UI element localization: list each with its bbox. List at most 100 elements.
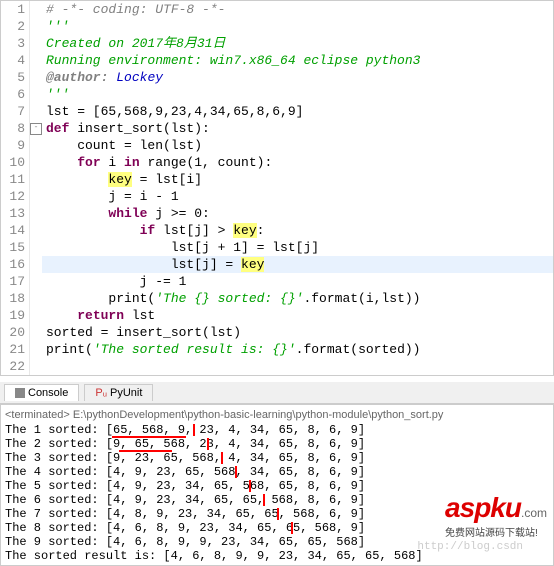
bar-mark — [291, 522, 295, 534]
fold-marker — [30, 1, 42, 18]
code-line[interactable]: 18 print('The {} sorted: {}'.format(i,ls… — [1, 290, 553, 307]
console-line: The 4 sorted: [4, 9, 23, 65, 568, 34, 65… — [5, 465, 549, 479]
line-number: 12 — [1, 188, 30, 205]
fold-marker — [30, 307, 42, 324]
bar-mark — [221, 452, 225, 464]
code-line[interactable]: 8-def insert_sort(lst): — [1, 120, 553, 137]
fold-marker — [30, 52, 42, 69]
line-number: 11 — [1, 171, 30, 188]
code-content: @author: Lockey — [42, 69, 163, 86]
fold-marker[interactable]: - — [30, 120, 42, 137]
console-icon — [15, 388, 25, 398]
bar-mark — [263, 494, 267, 506]
code-line[interactable]: 15 lst[j + 1] = lst[j] — [1, 239, 553, 256]
code-line[interactable]: 5@author: Lockey — [1, 69, 553, 86]
code-content: lst = [65,568,9,23,4,34,65,8,6,9] — [42, 103, 303, 120]
fold-marker — [30, 137, 42, 154]
code-content: def insert_sort(lst): — [42, 120, 210, 137]
fold-marker — [30, 222, 42, 239]
code-line[interactable]: 3 Created on 2017年8月31日 — [1, 35, 553, 52]
code-line[interactable]: 19 return lst — [1, 307, 553, 324]
code-line[interactable]: 11 key = lst[i] — [1, 171, 553, 188]
fold-marker — [30, 103, 42, 120]
tab-console-label: Console — [28, 387, 68, 399]
line-number: 9 — [1, 137, 30, 154]
code-line[interactable]: 17 j -= 1 — [1, 273, 553, 290]
bar-mark — [207, 438, 211, 450]
console-line: The 6 sorted: [4, 9, 23, 34, 65, 65, 568… — [5, 493, 549, 507]
bar-mark — [277, 508, 281, 520]
code-line[interactable]: 1# -*- coding: UTF-8 -*- — [1, 1, 553, 18]
fold-marker — [30, 256, 42, 273]
code-content: sorted = insert_sort(lst) — [42, 324, 241, 341]
fold-marker — [30, 290, 42, 307]
code-line[interactable]: 21 print('The sorted result is: {}'.forma… — [1, 341, 553, 358]
faded-url: http://blog.csdn — [417, 541, 523, 553]
bar-mark — [235, 466, 239, 478]
line-number: 18 — [1, 290, 30, 307]
console-line: The 7 sorted: [4, 8, 9, 23, 34, 65, 65, … — [5, 507, 549, 521]
line-number: 3 — [1, 35, 30, 52]
code-editor[interactable]: 1# -*- coding: UTF-8 -*-2'''3Created on … — [0, 0, 554, 376]
code-line[interactable]: 16 lst[j] = key — [1, 256, 553, 273]
code-content: count = len(lst) — [42, 137, 202, 154]
line-number: 6 — [1, 86, 30, 103]
code-content: Running environment: win7.x86_64 eclipse… — [42, 52, 420, 69]
code-content: ''' — [42, 86, 69, 103]
fold-marker — [30, 69, 42, 86]
line-number: 8 — [1, 120, 30, 137]
line-number: 14 — [1, 222, 30, 239]
code-line[interactable]: 9 count = len(lst) — [1, 137, 553, 154]
console-line: The 5 sorted: [4, 9, 23, 34, 65, 568, 65… — [5, 479, 549, 493]
code-content: if lst[j] > key: — [42, 222, 264, 239]
line-number: 21 — [1, 341, 30, 358]
code-line[interactable]: 22 — [1, 358, 553, 375]
console-view[interactable]: <terminated> E:\pythonDevelopment\python… — [0, 404, 554, 566]
code-line[interactable]: 13 while j >= 0: — [1, 205, 553, 222]
code-content: lst[j + 1] = lst[j] — [42, 239, 319, 256]
fold-marker — [30, 341, 42, 358]
code-line[interactable]: 2''' — [1, 18, 553, 35]
code-line[interactable]: 20 sorted = insert_sort(lst) — [1, 324, 553, 341]
bar-mark — [193, 424, 197, 436]
code-line[interactable]: 14 if lst[j] > key: — [1, 222, 553, 239]
fold-marker — [30, 358, 42, 375]
console-line: The 8 sorted: [4, 6, 8, 9, 23, 34, 65, 6… — [5, 521, 549, 535]
code-line[interactable]: 12 j = i - 1 — [1, 188, 553, 205]
fold-marker — [30, 188, 42, 205]
line-number: 4 — [1, 52, 30, 69]
fold-marker — [30, 171, 42, 188]
line-number: 2 — [1, 18, 30, 35]
code-line[interactable]: 7 lst = [65,568,9,23,4,34,65,8,6,9] — [1, 103, 553, 120]
line-number: 7 — [1, 103, 30, 120]
code-content: while j >= 0: — [42, 205, 210, 222]
code-content: Created on 2017年8月31日 — [42, 35, 225, 52]
line-number: 20 — [1, 324, 30, 341]
line-number: 19 — [1, 307, 30, 324]
bar-mark — [249, 480, 253, 492]
fold-marker — [30, 324, 42, 341]
code-content: print('The sorted result is: {}'.format(… — [42, 341, 420, 358]
code-content: # -*- coding: UTF-8 -*- — [42, 1, 225, 18]
fold-marker — [30, 273, 42, 290]
view-tabs: Console Pᵤ PyUnit — [0, 382, 554, 404]
code-line[interactable]: 10 for i in range(1, count): — [1, 154, 553, 171]
fold-marker — [30, 239, 42, 256]
fold-marker — [30, 154, 42, 171]
line-number: 16 — [1, 256, 30, 273]
code-content: print('The {} sorted: {}'.format(i,lst)) — [42, 290, 420, 307]
fold-marker — [30, 35, 42, 52]
code-content: lst[j] = key — [42, 256, 264, 273]
code-content: return lst — [42, 307, 155, 324]
console-line: The 2 sorted: [9, 65, 568, 23, 4, 34, 65… — [5, 437, 549, 451]
code-content: for i in range(1, count): — [42, 154, 272, 171]
code-line[interactable]: 6 ''' — [1, 86, 553, 103]
line-number: 17 — [1, 273, 30, 290]
tab-pyunit[interactable]: Pᵤ PyUnit — [84, 384, 153, 401]
code-content — [42, 358, 46, 375]
fold-marker — [30, 205, 42, 222]
code-line[interactable]: 4 Running environment: win7.x86_64 eclips… — [1, 52, 553, 69]
console-line: The 1 sorted: [65, 568, 9, 23, 4, 34, 65… — [5, 423, 549, 437]
tab-console[interactable]: Console — [4, 384, 79, 401]
code-content: j -= 1 — [42, 273, 186, 290]
